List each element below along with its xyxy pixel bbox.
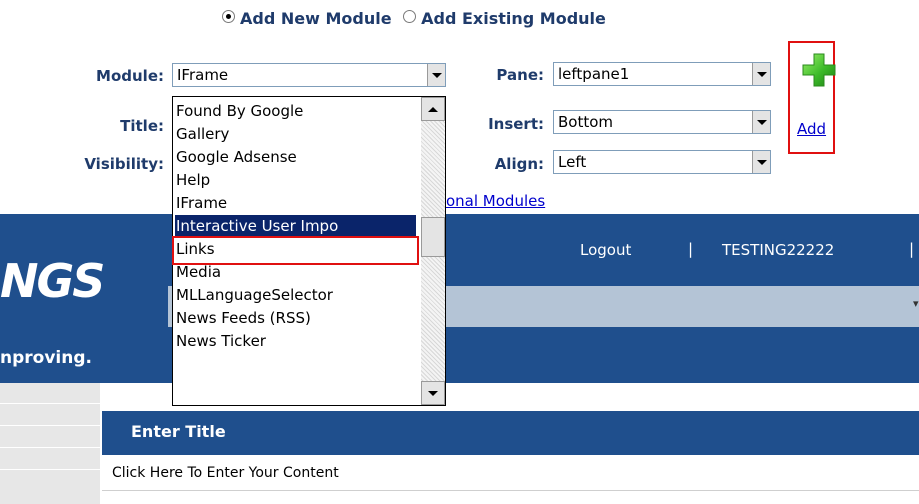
pane-select-value: leftpane1 bbox=[558, 65, 630, 83]
align-label: Align: bbox=[494, 155, 544, 173]
module-select[interactable]: IFrame bbox=[172, 63, 446, 87]
insert-label: Insert: bbox=[488, 115, 544, 133]
logout-link[interactable]: Logout bbox=[580, 241, 631, 259]
dropdown-option[interactable]: News Feeds (RSS) bbox=[175, 307, 416, 330]
insert-select-value: Bottom bbox=[558, 113, 614, 131]
dropdown-option[interactable]: News Ticker bbox=[175, 330, 416, 353]
chevron-down-icon[interactable] bbox=[752, 63, 770, 85]
module-mode-radio-group: Add New Module Add Existing Module bbox=[222, 8, 612, 34]
scroll-up-icon[interactable] bbox=[421, 97, 445, 121]
site-logo-text: NGS bbox=[0, 254, 105, 308]
dropdown-option[interactable]: Gallery bbox=[175, 123, 416, 146]
insert-select[interactable]: Bottom bbox=[553, 110, 771, 134]
nav-separator: | bbox=[688, 240, 694, 258]
dropdown-option[interactable]: MLLanguageSelector bbox=[175, 284, 416, 307]
align-select-value: Left bbox=[558, 153, 587, 171]
username-link[interactable]: TESTING22222 bbox=[722, 241, 834, 259]
dropdown-option[interactable]: Google Adsense bbox=[175, 146, 416, 169]
dropdown-option-highlighted[interactable]: Interactive User Impo bbox=[175, 215, 416, 238]
scrollbar-thumb[interactable] bbox=[421, 217, 445, 257]
radio-add-existing-label: Add Existing Module bbox=[421, 9, 606, 28]
module-title[interactable]: Enter Title bbox=[131, 422, 226, 441]
additional-modules-link[interactable]: onal Modules bbox=[446, 192, 545, 210]
highlighted-option-outline bbox=[172, 236, 419, 265]
align-select[interactable]: Left bbox=[553, 150, 771, 174]
nav-separator: | bbox=[909, 240, 915, 258]
pane-label: Pane: bbox=[496, 66, 544, 84]
radio-add-new-module[interactable] bbox=[222, 10, 235, 23]
title-label: Title: bbox=[120, 117, 164, 135]
pane-select[interactable]: leftpane1 bbox=[553, 62, 771, 86]
module-label: Module: bbox=[96, 67, 164, 85]
module-content[interactable]: Click Here To Enter Your Content bbox=[112, 465, 339, 481]
radio-add-new-label: Add New Module bbox=[240, 9, 392, 28]
scroll-down-icon[interactable] bbox=[421, 381, 445, 405]
left-column bbox=[0, 383, 100, 504]
dropdown-option[interactable]: Found By Google bbox=[175, 100, 416, 123]
dropdown-scrollbar[interactable] bbox=[421, 97, 445, 405]
radio-add-existing-module[interactable] bbox=[403, 10, 417, 23]
add-module-link[interactable]: Add bbox=[797, 120, 826, 138]
site-tagline: nproving. bbox=[0, 348, 92, 368]
chevron-down-icon[interactable]: ▾ bbox=[913, 297, 919, 310]
dropdown-option[interactable]: IFrame bbox=[175, 192, 416, 215]
visibility-label: Visibility: bbox=[84, 155, 164, 173]
add-plus-icon[interactable] bbox=[801, 52, 837, 88]
chevron-down-icon[interactable] bbox=[752, 111, 770, 133]
dropdown-option[interactable]: Help bbox=[175, 169, 416, 192]
chevron-down-icon[interactable] bbox=[752, 151, 770, 173]
module-select-value: IFrame bbox=[177, 66, 229, 84]
